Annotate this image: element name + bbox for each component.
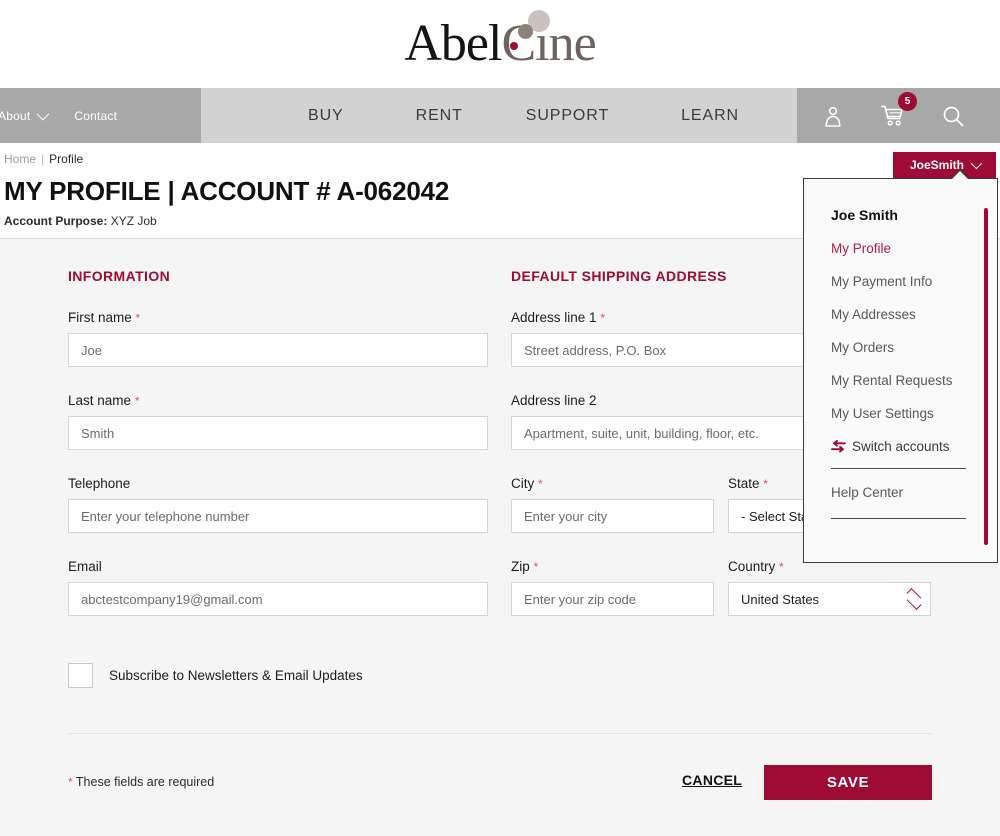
menu-item-help-center[interactable]: Help Center: [831, 485, 975, 500]
information-section: INFORMATION First name * Joe Last name *…: [68, 268, 488, 616]
account-icon-button[interactable]: [821, 103, 845, 129]
menu-item-my-addresses[interactable]: My Addresses: [831, 307, 975, 322]
nav-item-support[interactable]: SUPPORT: [526, 107, 609, 125]
nav-item-contact[interactable]: Contact: [74, 109, 117, 123]
chevron-down-icon: [36, 107, 50, 121]
email-input[interactable]: abctestcompany19@gmail.com: [68, 582, 488, 616]
dropdown-scrollbar[interactable]: [984, 208, 988, 545]
first-name-input[interactable]: Joe: [68, 333, 488, 367]
required-fields-note-text: These fields are required: [75, 775, 215, 789]
logo-dot-medium-icon: [518, 24, 533, 39]
nav-item-buy[interactable]: BUY: [308, 107, 344, 125]
required-marker: *: [763, 477, 768, 491]
country-select-value: United States: [741, 591, 820, 607]
field-last-name: Last name * Smith: [68, 393, 488, 450]
stepper-arrows-icon: [906, 588, 922, 612]
logo-wordmark: AbelCine: [400, 8, 600, 80]
save-button[interactable]: SAVE: [764, 765, 932, 800]
account-menu-button[interactable]: JoeSmith: [893, 152, 996, 178]
menu-item-switch-accounts[interactable]: Switch accounts: [831, 439, 975, 454]
last-name-label-text: Last name: [68, 393, 132, 408]
nav-item-about-label: About: [0, 108, 31, 123]
nav-item-rent[interactable]: RENT: [416, 107, 463, 125]
city-label-text: City: [511, 476, 535, 491]
nav-utility: 5: [797, 88, 1000, 143]
dropdown-caret-fill: [951, 171, 969, 180]
address1-label-text: Address line 1: [511, 310, 597, 325]
required-marker: *: [134, 394, 140, 408]
menu-item-my-orders[interactable]: My Orders: [831, 340, 975, 355]
field-country: Country * United States: [728, 559, 931, 616]
chevron-down-icon: [970, 157, 983, 170]
zip-input[interactable]: Enter your zip code: [511, 582, 714, 616]
cancel-button[interactable]: CANCEL: [682, 772, 742, 788]
email-label: Email: [68, 559, 102, 574]
footer-divider: [68, 733, 932, 734]
menu-item-my-payment-info[interactable]: My Payment Info: [831, 274, 975, 289]
switch-accounts-label: Switch accounts: [852, 439, 950, 454]
menu-divider-top: [831, 468, 966, 469]
breadcrumb-current: Profile: [49, 152, 84, 166]
swap-arrows-icon: [831, 440, 846, 453]
field-telephone: Telephone Enter your telephone number: [68, 476, 488, 533]
city-input[interactable]: Enter your city: [511, 499, 714, 533]
field-email: Email abctestcompany19@gmail.com: [68, 559, 488, 616]
country-select[interactable]: United States: [728, 582, 931, 616]
account-purpose-value: XYZ Job: [110, 213, 157, 228]
breadcrumb-separator: |: [41, 152, 45, 166]
zip-label-text: Zip: [511, 559, 530, 574]
cart-count-badge: 5: [898, 91, 917, 111]
required-marker: *: [135, 311, 141, 325]
required-marker: *: [779, 560, 784, 574]
nav-primary: BUY RENT SUPPORT LEARN: [201, 88, 797, 143]
menu-item-my-rental-requests[interactable]: My Rental Requests: [831, 373, 975, 388]
first-name-label: First name *: [68, 310, 488, 325]
logo-bar: AbelCine: [0, 0, 1000, 88]
logo-dot-small-icon: [510, 42, 518, 50]
field-zip: Zip * Enter your zip code: [511, 559, 714, 616]
menu-divider-bottom: [831, 518, 966, 519]
main-navigation: About Contact BUY RENT SUPPORT LEARN 5: [0, 88, 1000, 143]
account-dropdown-menu: Joe Smith My Profile My Payment Info My …: [803, 169, 998, 563]
telephone-input[interactable]: Enter your telephone number: [68, 499, 488, 533]
account-dropdown-username: Joe Smith: [831, 207, 898, 223]
information-heading: INFORMATION: [68, 268, 171, 284]
abelcine-logo[interactable]: AbelCine: [400, 8, 600, 80]
zip-label: Zip *: [511, 559, 714, 574]
breadcrumb: Home | Profile: [0, 143, 1000, 171]
field-first-name: First name * Joe: [68, 310, 488, 367]
required-marker: *: [68, 775, 73, 789]
last-name-input[interactable]: Smith: [68, 416, 488, 450]
required-marker: *: [538, 477, 543, 491]
country-label-text: Country: [728, 559, 776, 574]
required-fields-note: * These fields are required: [68, 775, 214, 789]
nav-secondary-left: About Contact: [0, 88, 201, 143]
account-dropdown-content: Joe Smith My Profile My Payment Info My …: [804, 179, 997, 519]
menu-item-my-user-settings[interactable]: My User Settings: [831, 406, 975, 421]
newsletter-checkbox[interactable]: [68, 663, 93, 688]
search-icon: [943, 106, 964, 126]
city-label: City *: [511, 476, 714, 491]
state-label-text: State: [728, 476, 760, 491]
newsletter-label: Subscribe to Newsletters & Email Updates: [109, 668, 363, 683]
user-icon: [825, 106, 841, 127]
newsletter-row: Subscribe to Newsletters & Email Updates: [68, 663, 363, 688]
cart-icon-button[interactable]: 5: [881, 91, 917, 129]
menu-item-my-profile[interactable]: My Profile: [831, 241, 975, 256]
required-marker: *: [533, 560, 539, 574]
field-city: City * Enter your city: [511, 476, 714, 533]
nav-item-learn[interactable]: LEARN: [681, 107, 739, 125]
breadcrumb-home[interactable]: Home: [4, 152, 36, 166]
logo-abel-text: Abel: [404, 15, 502, 72]
search-icon-button[interactable]: [941, 103, 965, 129]
last-name-label: Last name *: [68, 393, 488, 408]
nav-item-about[interactable]: About: [0, 107, 50, 123]
account-purpose-label: Account Purpose:: [4, 213, 108, 228]
telephone-label: Telephone: [68, 476, 131, 491]
first-name-label-text: First name: [68, 310, 132, 325]
page-root: AbelCine About Contact BUY RENT SUPPORT …: [0, 0, 1000, 836]
field-row-zip-country: Zip * Enter your zip code Country * Unit…: [511, 559, 932, 616]
required-marker: *: [600, 311, 605, 325]
